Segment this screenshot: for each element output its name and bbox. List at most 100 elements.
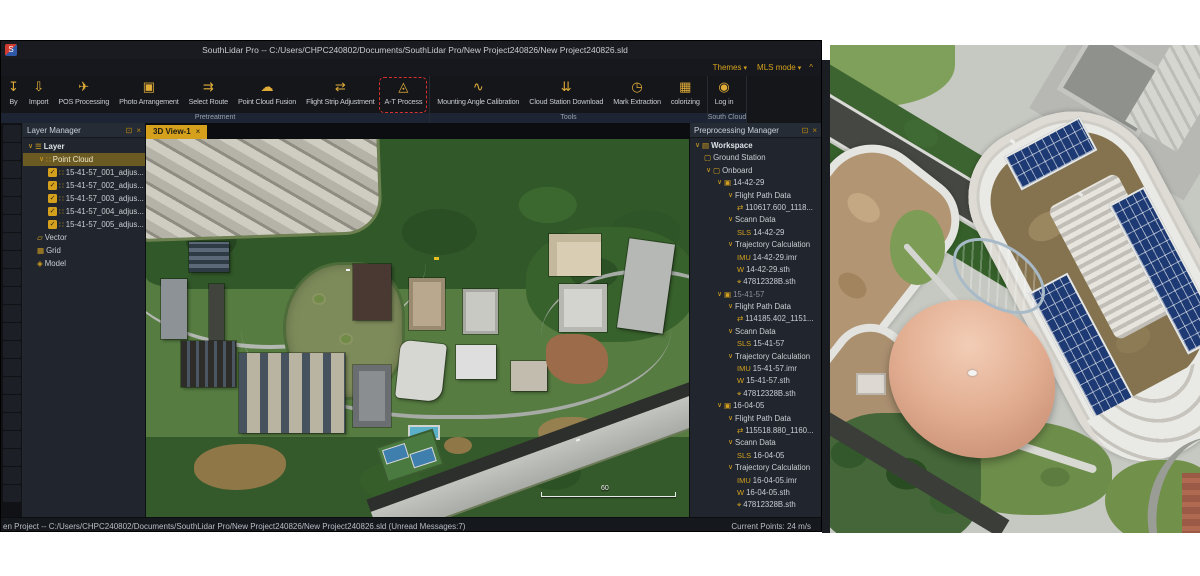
ribbon-button[interactable]: ◷ Mark Extraction: [608, 77, 666, 113]
close-icon[interactable]: ×: [136, 126, 141, 135]
tree-row[interactable]: ∨ Flight Path Data: [690, 301, 821, 313]
tree-row[interactable]: ✓ ∷ 15-41-57_005_adjus...: [23, 218, 145, 231]
ribbon-button[interactable]: ✈ POS Processing: [53, 77, 114, 113]
tree-row[interactable]: ∨ Flight Path Data: [690, 190, 821, 202]
tree-row[interactable]: ⇄ 110617.600_1118...: [690, 202, 821, 214]
tree-row[interactable]: ∨ Flight Path Data: [690, 413, 821, 425]
side-tool-button[interactable]: [3, 269, 21, 286]
tree-row[interactable]: W 14-42-29.sth: [690, 264, 821, 276]
side-tool-button[interactable]: [3, 143, 21, 160]
side-tool-button[interactable]: [3, 341, 21, 358]
tree-row[interactable]: ⇄ 114185.402_1151...: [690, 313, 821, 325]
side-tool-button[interactable]: [3, 413, 21, 430]
tree-row[interactable]: SLS 15-41-57: [690, 338, 821, 350]
side-tool-button[interactable]: [3, 125, 21, 142]
tree-row[interactable]: ✓ ∷ 15-41-57_004_adjus...: [23, 205, 145, 218]
tree-row[interactable]: ∨ ▣ 14-42-29: [690, 177, 821, 189]
checkbox[interactable]: ✓: [48, 220, 57, 229]
tree-row[interactable]: ∨ ▢ Onboard: [690, 165, 821, 177]
menu-dropdown[interactable]: MLS mode▾: [757, 63, 801, 72]
side-tool-button[interactable]: [3, 323, 21, 340]
expander-icon[interactable]: ∨: [26, 140, 35, 153]
expander-icon[interactable]: ∨: [715, 177, 724, 189]
expander-icon[interactable]: ∨: [726, 413, 735, 425]
ribbon-button[interactable]: ☁ Point Cloud Fusion: [233, 77, 301, 113]
tree-row[interactable]: ⇄ 115518.880_1160...: [690, 425, 821, 437]
side-tool-button[interactable]: [3, 215, 21, 232]
tree-row[interactable]: ∨ Scann Data: [690, 214, 821, 226]
expander-icon[interactable]: ∨: [37, 153, 46, 166]
tree-row[interactable]: ∨ ▤ Workspace: [690, 140, 821, 152]
expander-icon[interactable]: ∨: [726, 351, 735, 363]
side-tool-button[interactable]: [3, 467, 21, 484]
side-tool-button[interactable]: [3, 431, 21, 448]
checkbox[interactable]: ✓: [48, 194, 57, 203]
side-tool-button[interactable]: [3, 179, 21, 196]
side-tool-button[interactable]: [3, 197, 21, 214]
tab-close-icon[interactable]: ×: [196, 125, 201, 139]
tree-row[interactable]: SLS 14-42-29: [690, 227, 821, 239]
side-tool-button[interactable]: [3, 161, 21, 178]
map-viewport-3d-view[interactable]: 60: [146, 139, 689, 517]
tree-row[interactable]: ⌖ 47812328B.sth: [690, 276, 821, 288]
side-tool-button[interactable]: [3, 233, 21, 250]
tree-row[interactable]: ∨ ☰ Layer: [23, 140, 145, 153]
tree-row[interactable]: ∨ ▣ 15-41-57: [690, 289, 821, 301]
tree-row[interactable]: ∨ Trajectory Calculation: [690, 239, 821, 251]
tree-row[interactable]: IMU 15-41-57.imr: [690, 363, 821, 375]
checkbox[interactable]: ✓: [48, 168, 57, 177]
tree-row[interactable]: ✓ ∷ 15-41-57_001_adjus...: [23, 166, 145, 179]
close-icon[interactable]: ×: [812, 126, 817, 135]
expander-icon[interactable]: ∨: [726, 214, 735, 226]
checkbox[interactable]: ✓: [48, 207, 57, 216]
side-tool-button[interactable]: [3, 485, 21, 502]
tree-row[interactable]: ∨ Scann Data: [690, 437, 821, 449]
tree-row[interactable]: W 16-04-05.sth: [690, 487, 821, 499]
side-tool-button[interactable]: [3, 377, 21, 394]
ribbon-button[interactable]: ⇉ Select Route: [184, 77, 233, 113]
tree-row[interactable]: IMU 16-04-05.imr: [690, 475, 821, 487]
collapse-ribbon-icon[interactable]: ^: [809, 63, 813, 72]
tree-row[interactable]: ⌖ 47812328B.sth: [690, 388, 821, 400]
menu-dropdown[interactable]: Themes▾: [713, 63, 747, 72]
expander-icon[interactable]: ∨: [726, 326, 735, 338]
tree-row[interactable]: IMU 14-42-29.imr: [690, 252, 821, 264]
ribbon-button[interactable]: ⇄ Flight Strip Adjustment: [301, 77, 379, 113]
ribbon-button[interactable]: ⇩ Import: [24, 77, 53, 113]
expander-icon[interactable]: ∨: [726, 190, 735, 202]
tree-row[interactable]: ▦ Grid: [23, 244, 145, 257]
expander-icon[interactable]: ∨: [726, 462, 735, 474]
tree-row[interactable]: ∨ Trajectory Calculation: [690, 351, 821, 363]
tree-row[interactable]: SLS 16-04-05: [690, 450, 821, 462]
pin-icon[interactable]: ⊡: [802, 126, 809, 135]
tree-row[interactable]: ▢ Ground Station: [690, 152, 821, 164]
side-tool-button[interactable]: [3, 251, 21, 268]
tree-row[interactable]: ✓ ∷ 15-41-57_002_adjus...: [23, 179, 145, 192]
expander-icon[interactable]: ∨: [715, 289, 724, 301]
expander-icon[interactable]: ∨: [715, 400, 724, 412]
tree-row[interactable]: ▱ Vector: [23, 231, 145, 244]
tree-row[interactable]: ✓ ∷ 15-41-57_003_adjus...: [23, 192, 145, 205]
tree-row[interactable]: ∨ ∷ Point Cloud: [23, 153, 145, 166]
side-tool-button[interactable]: [3, 305, 21, 322]
ribbon-button[interactable]: ▦ colorizing: [666, 77, 705, 113]
checkbox[interactable]: ✓: [48, 181, 57, 190]
tree-row[interactable]: ∨ ▣ 16-04-05: [690, 400, 821, 412]
tree-row[interactable]: ⌖ 47812328B.sth: [690, 499, 821, 511]
side-tool-button[interactable]: [3, 449, 21, 466]
expander-icon[interactable]: ∨: [704, 165, 713, 177]
tab-3d-view-1[interactable]: 3D View-1 ×: [146, 125, 207, 139]
tree-row[interactable]: ∨ Trajectory Calculation: [690, 462, 821, 474]
side-tool-button[interactable]: [3, 359, 21, 376]
ribbon-button[interactable]: ◬ A-T Process: [379, 77, 427, 113]
expander-icon[interactable]: ∨: [726, 437, 735, 449]
pin-icon[interactable]: ⊡: [126, 126, 133, 135]
expander-icon[interactable]: ∨: [693, 140, 702, 152]
side-tool-button[interactable]: [3, 395, 21, 412]
ribbon-button[interactable]: ↧ By: [3, 77, 24, 113]
ribbon-button[interactable]: ▣ Photo Arrangement: [114, 77, 183, 113]
ribbon-button[interactable]: ◉ Log in: [710, 77, 739, 113]
tree-row[interactable]: ∨ Scann Data: [690, 326, 821, 338]
expander-icon[interactable]: ∨: [726, 301, 735, 313]
ribbon-button[interactable]: ⇊ Cloud Station Download: [524, 77, 608, 113]
